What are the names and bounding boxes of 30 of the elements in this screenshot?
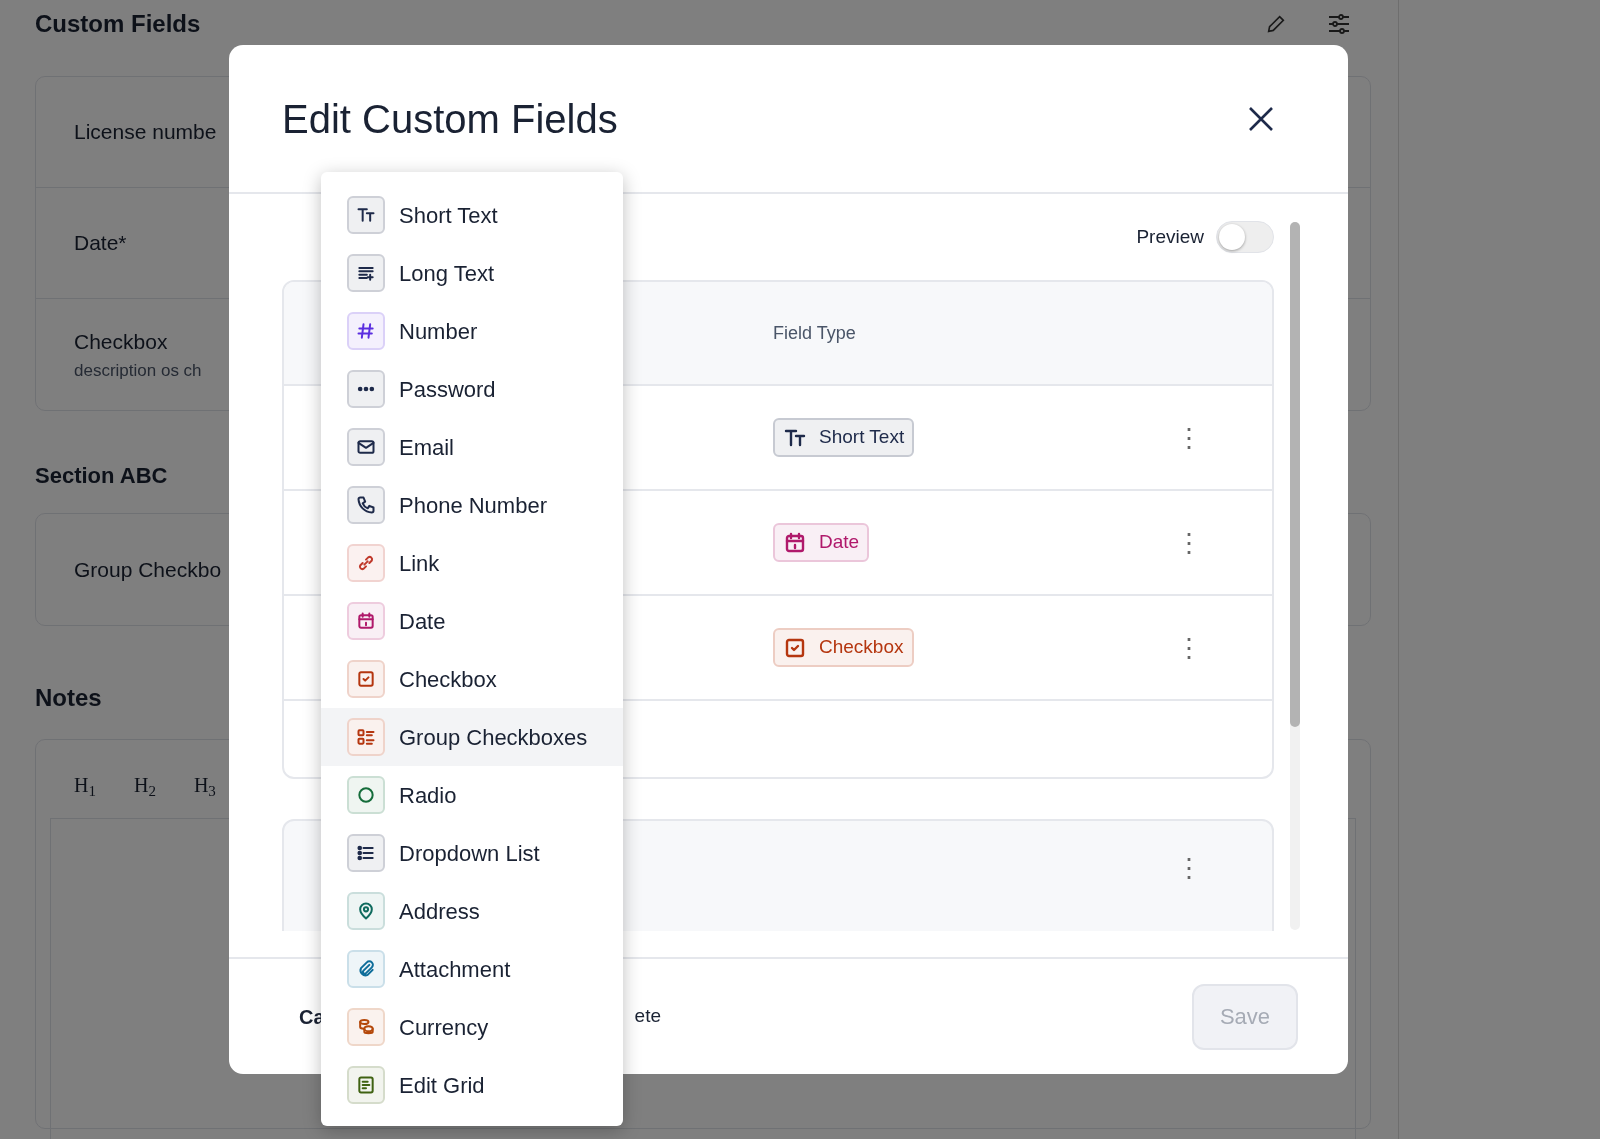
field-type-label: Date <box>819 530 860 555</box>
field-description: description os ch <box>74 359 202 382</box>
modal-title: Edit Custom Fields <box>282 95 618 143</box>
menu-item-label: Edit Grid <box>399 1071 485 1100</box>
menu-item-label: Currency <box>399 1013 489 1042</box>
field-label: Group Checkbo <box>74 557 222 584</box>
section-title: Notes <box>35 684 102 714</box>
field-label: License numbe <box>74 119 217 146</box>
menu-item-label: Phone Number <box>399 491 547 520</box>
menu-item-label: Dropdown List <box>399 839 540 868</box>
menu-item-label: Long Text <box>399 259 494 288</box>
menu-item-label: Email <box>399 433 454 462</box>
page-title: Custom Fields <box>35 9 201 39</box>
menu-item-label: Number <box>399 317 478 346</box>
field-label: Checkbox <box>74 329 168 355</box>
menu-item-label: Password <box>399 375 496 404</box>
menu-item-label: Checkbox <box>399 665 497 694</box>
menu-item-label: Link <box>399 549 440 578</box>
preview-label: Preview <box>1136 224 1204 249</box>
column-header: Field Type <box>773 321 856 345</box>
menu-item-label: Radio <box>399 781 457 810</box>
menu-item-label: Short Text <box>399 201 498 230</box>
menu-item-label: Date <box>399 607 446 636</box>
section-title: Section ABC <box>35 463 168 490</box>
menu-item-label: Attachment <box>399 955 511 984</box>
menu-item-label: Group Checkboxes <box>399 723 588 752</box>
field-type-label: Short Text <box>819 425 905 450</box>
field-type-label: Checkbox <box>819 635 904 660</box>
field-label: Date* <box>74 230 127 257</box>
menu-item-label: Address <box>399 897 480 926</box>
